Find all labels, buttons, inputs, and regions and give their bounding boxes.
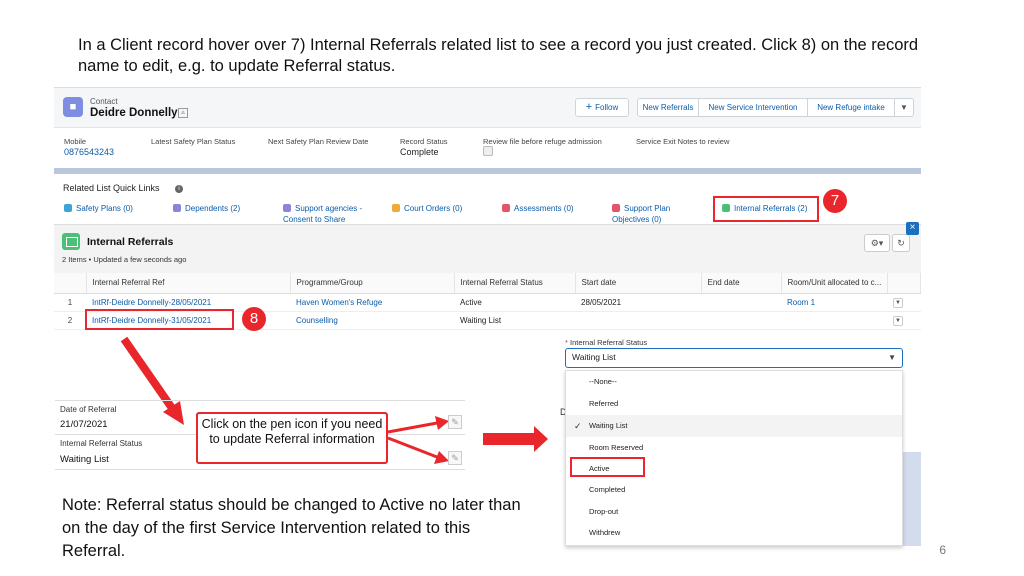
option-waiting-list[interactable]: ✓ Waiting List (566, 415, 902, 437)
option-label: Waiting List (589, 421, 628, 430)
option-withdrew[interactable]: Withdrew (566, 522, 902, 544)
checkmark-icon: ✓ (574, 421, 582, 431)
status-dropdown-label: * Internal Referral Status (565, 338, 647, 347)
status-dropdown-label-text: Internal Referral Status (570, 338, 648, 347)
page-number: 6 (939, 543, 946, 557)
option-none[interactable]: --None-- (566, 371, 902, 393)
status-dropdown-value: Waiting List (572, 352, 616, 362)
right-arrow-shaft (483, 433, 535, 445)
divider (55, 469, 465, 470)
date-of-referral-value: 21/07/2021 (60, 419, 108, 430)
date-of-referral-label: Date of Referral (60, 405, 117, 414)
required-mark: * (565, 338, 568, 347)
referral-status-label: Internal Referral Status (60, 439, 143, 448)
option-referred[interactable]: Referred (566, 393, 902, 415)
option-drop-out[interactable]: Drop-out (566, 501, 902, 523)
divider (55, 400, 465, 401)
pen-icon[interactable]: ✎ (448, 415, 462, 429)
pen-icon-callout: Click on the pen icon if you need to upd… (196, 412, 388, 464)
referral-status-value: Waiting List (60, 454, 109, 465)
chevron-down-icon: ▼ (888, 353, 896, 362)
option-completed[interactable]: Completed (566, 479, 902, 501)
background-panel (903, 452, 921, 546)
option-room-reserved[interactable]: Room Reserved (566, 437, 902, 459)
right-arrow-head (534, 426, 548, 452)
highlight-box-active-option (570, 457, 645, 477)
pen-icon[interactable]: ✎ (448, 451, 462, 465)
status-dropdown[interactable]: Waiting List ▼ (565, 348, 903, 368)
slide-note: Note: Referral status should be changed … (62, 496, 521, 560)
